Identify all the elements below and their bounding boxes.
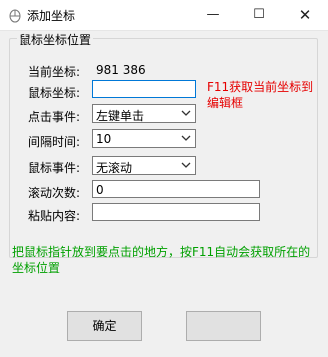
interval-select[interactable]: 10 [92, 129, 196, 148]
click-event-value: 左键单击 [96, 109, 145, 123]
paste-content-field[interactable] [92, 203, 260, 221]
chevron-down-icon [181, 162, 191, 168]
minimize-button[interactable]: — [190, 0, 236, 30]
chevron-down-icon [181, 110, 191, 116]
click-event-label: 点击事件: [28, 110, 81, 124]
current-coord-value: 981 386 [96, 63, 146, 77]
interval-value: 10 [96, 132, 112, 146]
f11-hint-text: F11获取当前坐标到编辑框 [207, 80, 314, 110]
title-bar: 添加坐标 — ☐ ✕ [0, 0, 328, 31]
chevron-down-icon [181, 135, 191, 141]
scroll-count-label: 滚动次数: [28, 186, 81, 200]
paste-content-label: 粘贴内容: [28, 209, 81, 223]
group-legend: 鼠标坐标位置 [17, 31, 94, 48]
click-event-select[interactable]: 左键单击 [92, 104, 196, 123]
mouse-event-label: 鼠标事件: [28, 161, 81, 175]
close-button[interactable]: ✕ [282, 0, 328, 30]
maximize-button[interactable]: ☐ [236, 0, 282, 30]
mouse-event-select[interactable]: 无滚动 [92, 156, 196, 175]
mouse-coord-field[interactable] [92, 80, 196, 98]
app-mouse-icon [9, 9, 21, 23]
window-title: 添加坐标 [27, 9, 76, 23]
cancel-button[interactable] [186, 311, 261, 341]
usage-hint-text: 把鼠标指针放到要点击的地方，按F11自动会获取所在的坐标位置 [12, 245, 311, 275]
scroll-count-value: 0 [96, 183, 104, 197]
interval-label: 间隔时间: [28, 135, 81, 149]
mouse-event-value: 无滚动 [96, 161, 133, 175]
scroll-count-field[interactable]: 0 [92, 180, 260, 198]
mouse-coord-label: 鼠标坐标: [28, 86, 81, 100]
ok-button[interactable]: 确定 [67, 311, 142, 341]
current-coord-label: 当前坐标: [28, 65, 81, 79]
